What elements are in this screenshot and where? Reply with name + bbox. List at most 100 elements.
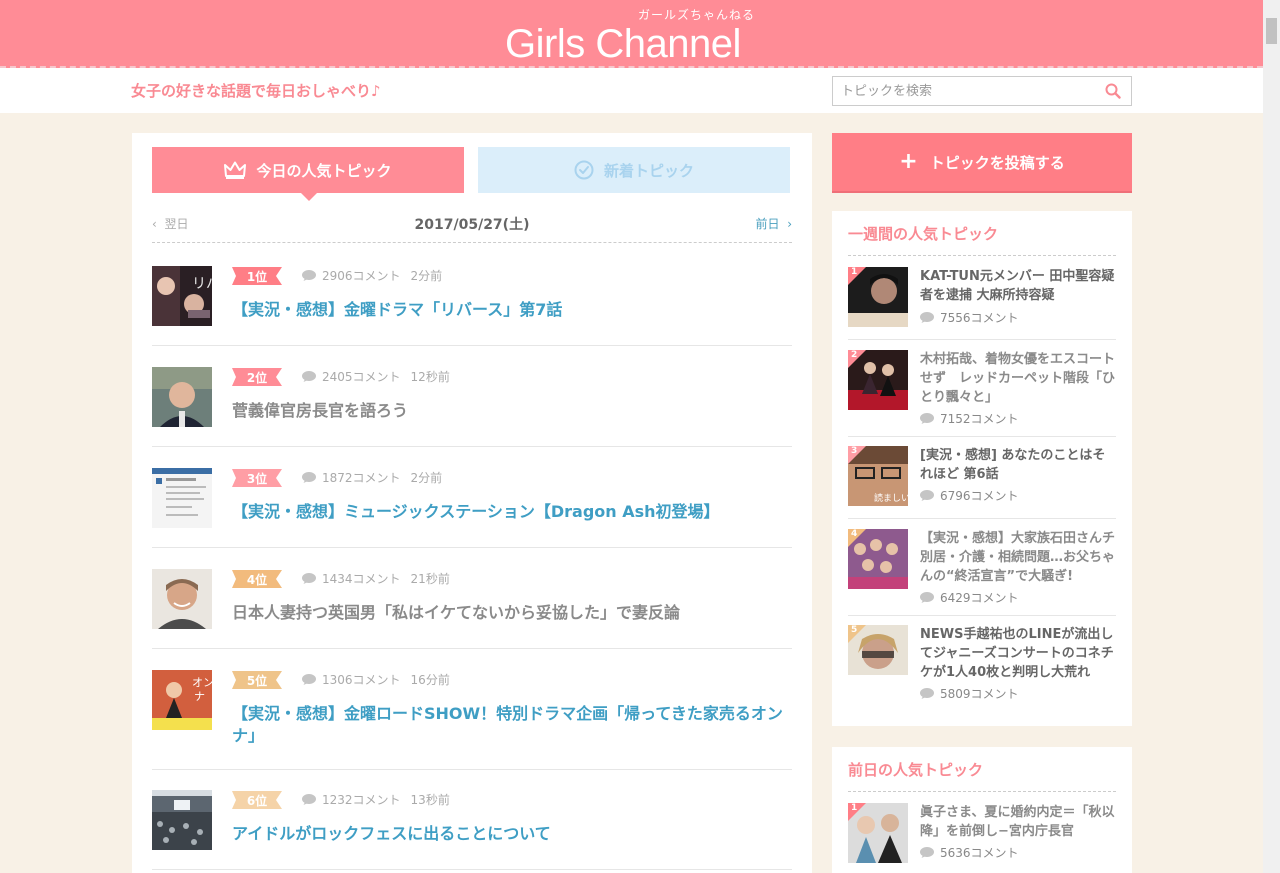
comment-count: 6429コメント [940,591,1019,605]
topic-meta: 2405コメント 12秒前 [302,368,450,385]
topic-meta: 1232コメント 13秒前 [302,791,450,808]
comment-count: 1306コメント [322,673,401,687]
search-box [832,76,1132,106]
topic-time: 16分前 [410,673,450,687]
topic-time: 2分前 [410,471,443,485]
comment-icon [920,592,934,603]
svg-text:オン: オン [192,676,212,689]
comment-icon [302,794,316,805]
comment-icon [920,490,934,501]
topic-row[interactable]: 4位 1434コメント 21秒前 日本人妻持つ英国男「私はイケてないから妥協した… [152,569,792,649]
rank-number: 5 [851,625,858,635]
previous-day-link[interactable]: 前日 › [756,215,792,232]
previous-day-topic-item[interactable]: 1 眞子さま、夏に婚約内定＝「秋以降」を前倒し−宮内庁長官 5636コメント [848,803,1116,873]
tab-new-topics[interactable]: 新着トピック [478,147,790,193]
topic-thumbnail[interactable] [152,367,212,427]
topic-time: 21秒前 [410,572,450,586]
topic-title[interactable]: 菅義偉官房長官を語ろう [232,400,792,422]
tab-popular-topics[interactable]: 今日の人気トピック [152,147,464,201]
topic-time: 12秒前 [410,370,450,384]
topic-thumbnail[interactable] [152,569,212,629]
check-circle-icon [574,160,594,180]
post-topic-button[interactable]: + トピックを投稿する [832,133,1132,191]
tab-new-label: 新着トピック [603,161,694,180]
scrollbar-thumb[interactable] [1266,18,1277,44]
rank-number: 4 [851,529,858,539]
weekly-topic-title[interactable]: 木村拓哉、着物女優をエスコートせず レッドカーペット階段「ひとり飄々と」 [920,350,1116,407]
previous-day-label: 前日 [755,217,780,231]
weekly-topic-comments: 5809コメント [920,685,1019,702]
chevron-right-icon: › [779,217,792,231]
weekly-topic-comments: 6429コメント [920,589,1019,606]
topic-thumbnail[interactable]: リバ [152,266,212,326]
topic-row[interactable]: 3位 1872コメント 2分前 【実況・感想】ミュージックステーション【Drag… [152,468,792,548]
tab-popular-label: 今日の人気トピック [256,161,392,180]
crown-icon [224,161,247,179]
topic-thumbnail[interactable] [152,468,212,528]
weekly-popular-heading: 一週間の人気トピック [848,223,1116,256]
comment-count: 1434コメント [322,572,401,586]
topic-row[interactable]: 6位 1232コメント 13秒前 アイドルがロックフェスに出ることについて [152,790,792,870]
comment-icon [302,371,316,382]
search-icon[interactable] [1105,83,1121,99]
topic-title[interactable]: アイドルがロックフェスに出ることについて [232,823,792,845]
comment-count: 7152コメント [940,412,1019,426]
weekly-topic-item[interactable]: 5 NEWS手越祐也のLINEが流出してジャニーズコンサートのコネチケが1人40… [848,625,1116,715]
comment-count: 5809コメント [940,687,1019,701]
weekly-topic-item[interactable]: 読ましい 3 [実況・感想] あなたのことはそれほど 第6話 6796コメント [848,446,1116,519]
comment-icon [302,573,316,584]
topic-title[interactable]: 【実況・感想】金曜ロードSHOW！特別ドラマ企画「帰ってきた家売るオンナ」 [232,703,792,747]
svg-text:読ましい: 読ましい [874,492,908,504]
topic-title[interactable]: 【実況・感想】ミュージックステーション【Dragon Ash初登場】 [232,501,792,523]
topic-thumbnail[interactable]: オン ナ [152,670,212,730]
weekly-topic-title[interactable]: 【実況・感想】大家族石田さんチ 別居・介護・相続問題…お父ちゃんの“終活宣言”で… [920,529,1128,586]
comment-count: 2906コメント [322,269,401,283]
ranking-panel: 今日の人気トピック 新着トピック ‹ 翌日 2017/05/27(土) 前日 ›… [132,133,812,873]
rank-badge: 4位 [232,570,282,588]
plus-icon: + [899,149,918,174]
topic-time: 2分前 [410,269,443,283]
previous-day-topic-title[interactable]: 眞子さま、夏に婚約内定＝「秋以降」を前倒し−宮内庁長官 [920,803,1116,841]
svg-text:リバ: リバ [192,276,212,292]
comment-icon [302,472,316,483]
comment-count: 7556コメント [940,311,1019,325]
comment-count: 5636コメント [940,846,1019,860]
previous-day-popular-box: 前日の人気トピック 1 眞子さま、夏に婚約内定＝「秋以降」を前倒し−宮内庁長官 … [832,747,1132,873]
comment-count: 1232コメント [322,793,401,807]
weekly-topic-comments: 6796コメント [920,487,1019,504]
weekly-topic-comments: 7152コメント [920,410,1019,427]
weekly-topic-title[interactable]: KAT-TUN元メンバー 田中聖容疑者を逮捕 大麻所持容疑 [920,267,1116,305]
rank-badge: 5位 [232,671,282,689]
comment-icon [920,688,934,699]
topic-row[interactable]: 2位 2405コメント 12秒前 菅義偉官房長官を語ろう [152,367,792,447]
search-input[interactable] [833,77,1093,105]
topic-title[interactable]: 日本人妻持つ英国男「私はイケてないから妥協した」で妻反論 [232,602,792,624]
sub-header: 女子の好きな話題で毎日おしゃべり♪ [0,68,1263,113]
topic-time: 13秒前 [410,793,450,807]
comment-count: 6796コメント [940,489,1019,503]
svg-text:ナ: ナ [194,690,205,703]
topic-row[interactable]: リバ 1位 2906コメント 2分前 【実況・感想】金曜ドラマ「リバース」第7話 [152,266,792,346]
topic-meta: 1306コメント 16分前 [302,671,450,688]
weekly-popular-box: 一週間の人気トピック 1 KAT-TUN元メンバー 田中聖容疑者を逮捕 大麻所持… [832,211,1132,726]
topic-meta: 1872コメント 2分前 [302,469,442,486]
topic-title[interactable]: 【実況・感想】金曜ドラマ「リバース」第7話 [232,299,792,321]
rank-number: 2 [851,350,858,360]
logo-text: Girls Channel [505,22,741,66]
date-navigation: ‹ 翌日 2017/05/27(土) 前日 › [152,211,792,243]
rank-badge: 1位 [232,267,282,285]
topic-thumbnail[interactable] [152,790,212,850]
page-scrollbar[interactable] [1263,0,1280,873]
topic-meta: 2906コメント 2分前 [302,267,442,284]
weekly-topic-comments: 7556コメント [920,309,1019,326]
comment-icon [920,413,934,424]
site-logo[interactable]: Girls Channel ガールズちゃんねる [505,8,765,64]
weekly-topic-title[interactable]: NEWS手越祐也のLINEが流出してジャニーズコンサートのコネチケが1人40枚と… [920,625,1116,682]
current-date: 2017/05/27(土) [414,217,530,233]
weekly-topic-item[interactable]: 1 KAT-TUN元メンバー 田中聖容疑者を逮捕 大麻所持容疑 7556コメント [848,267,1116,340]
weekly-topic-item[interactable]: 4 【実況・感想】大家族石田さんチ 別居・介護・相続問題…お父ちゃんの“終活宣言… [848,529,1128,616]
weekly-topic-item[interactable]: 2 木村拓哉、着物女優をエスコートせず レッドカーペット階段「ひとり飄々と」 7… [848,350,1116,437]
topic-row[interactable]: オン ナ 5位 1306コメント 16分前 【実況・感想】金曜ロードSHOW！特… [152,670,792,770]
rank-badge: 6位 [232,791,282,809]
weekly-topic-title[interactable]: [実況・感想] あなたのことはそれほど 第6話 [920,446,1116,484]
